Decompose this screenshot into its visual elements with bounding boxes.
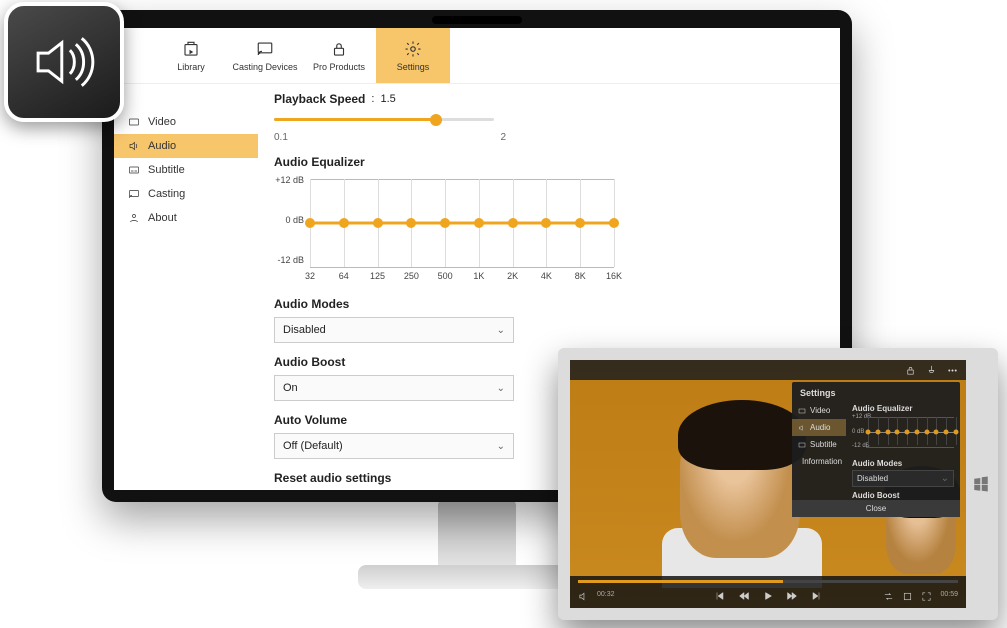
cast-small-icon (128, 188, 140, 200)
chevron-down-icon: ⌄ (497, 441, 505, 452)
settings-sidebar: Video Audio Subtitle Casting About (114, 84, 258, 490)
pin-icon[interactable] (926, 365, 937, 376)
speaker-icon (128, 140, 140, 152)
equalizer-title: Audio Equalizer (274, 155, 816, 169)
panel-audio-modes-title: Audio Modes (852, 459, 954, 468)
playback-speed-value: 1.5 (380, 93, 395, 105)
next-icon[interactable] (810, 590, 822, 602)
sidebar-item-about[interactable]: About (114, 206, 258, 230)
speaker-badge (4, 2, 124, 122)
tab-pro-products[interactable]: Pro Products (302, 28, 376, 83)
tab-library[interactable]: Library (154, 28, 228, 83)
gear-icon (404, 40, 422, 58)
panel-side-video[interactable]: Video (792, 402, 846, 419)
subtitle-icon (128, 164, 140, 176)
rewind-icon[interactable] (738, 590, 750, 602)
playback-max-label: 2 (500, 132, 506, 143)
panel-sidebar: Video Audio Subtitle Information (792, 402, 846, 500)
tab-label: Library (177, 62, 205, 72)
panel-side-information[interactable]: Information (792, 453, 846, 470)
eq-label-mid: 0 dB (274, 215, 304, 225)
loop-icon[interactable] (883, 591, 894, 602)
panel-side-audio[interactable]: Audio (792, 419, 846, 436)
panel-title: Settings (800, 388, 836, 398)
tab-label: Settings (397, 62, 430, 72)
tab-settings[interactable]: Settings (376, 28, 450, 83)
lock-icon[interactable] (905, 365, 916, 376)
sidebar-item-label: Subtitle (148, 164, 185, 176)
eq-label-top: +12 dB (274, 175, 304, 185)
playback-speed-title: Playback Speed (274, 92, 365, 106)
auto-volume-dropdown[interactable]: Off (Default) ⌄ (274, 433, 514, 459)
playback-speed-slider[interactable] (274, 110, 494, 130)
eq-label-bot: -12 dB (274, 255, 304, 265)
playback-min-label: 0.1 (274, 132, 288, 143)
lock-icon (330, 40, 348, 58)
windows-home-button[interactable] (972, 475, 990, 493)
panel-audio-boost-title: Audio Boost (852, 491, 954, 500)
sidebar-item-subtitle[interactable]: Subtitle (114, 158, 258, 182)
forward-icon[interactable] (786, 590, 798, 602)
topbar: Library Casting Devices Pro Products Set… (114, 28, 840, 84)
prev-icon[interactable] (714, 590, 726, 602)
tab-label: Casting Devices (232, 62, 297, 72)
audio-equalizer[interactable]: +12 dB 0 dB -12 dB 32641252505001K2K4K8K… (274, 175, 614, 285)
panel-equalizer[interactable]: +12 dB 0 dB -12 dB (852, 415, 954, 455)
chevron-down-icon: ⌄ (497, 383, 505, 394)
sidebar-item-video[interactable]: Video (114, 110, 258, 134)
crop-icon[interactable] (902, 591, 913, 602)
tab-casting-devices[interactable]: Casting Devices (228, 28, 302, 83)
audio-boost-value: On (283, 382, 298, 394)
sidebar-item-label: Casting (148, 188, 185, 200)
panel-close-button[interactable]: Close (792, 500, 960, 517)
progress-bar[interactable] (578, 580, 958, 583)
chevron-down-icon: ⌄ (941, 473, 949, 484)
tab-label: Pro Products (313, 62, 365, 72)
chevron-down-icon: ⌄ (497, 325, 505, 336)
auto-volume-value: Off (Default) (283, 440, 343, 452)
sidebar-item-casting[interactable]: Casting (114, 182, 258, 206)
video-player: Settings Video Audio Subtitle Informatio… (570, 360, 966, 608)
panel-audio-modes-dropdown[interactable]: Disabled⌄ (852, 470, 954, 487)
volume-icon[interactable] (578, 591, 589, 602)
panel-side-subtitle[interactable]: Subtitle (792, 436, 846, 453)
speaker-large-icon (27, 25, 101, 99)
player-controls: 00:32 00:59 (570, 576, 966, 608)
time-total: 00:59 (940, 591, 958, 602)
sidebar-item-audio[interactable]: Audio (114, 134, 258, 158)
time-elapsed: 00:32 (597, 591, 615, 602)
player-settings-panel: Settings Video Audio Subtitle Informatio… (792, 382, 960, 517)
panel-eq-title: Audio Equalizer (852, 404, 954, 413)
play-icon[interactable] (762, 590, 774, 602)
audio-modes-dropdown[interactable]: Disabled ⌄ (274, 317, 514, 343)
cast-icon (256, 40, 274, 58)
audio-modes-value: Disabled (283, 324, 326, 336)
audio-boost-dropdown[interactable]: On ⌄ (274, 375, 514, 401)
person-icon (128, 212, 140, 224)
audio-modes-title: Audio Modes (274, 297, 816, 311)
tablet-device: Settings Video Audio Subtitle Informatio… (558, 348, 998, 620)
library-icon (182, 40, 200, 58)
player-topbar (570, 360, 966, 380)
sidebar-item-label: About (148, 212, 177, 224)
sidebar-item-label: Audio (148, 140, 176, 152)
sidebar-item-label: Video (148, 116, 176, 128)
fullscreen-icon[interactable] (921, 591, 932, 602)
video-icon (128, 116, 140, 128)
more-icon[interactable] (947, 365, 958, 376)
